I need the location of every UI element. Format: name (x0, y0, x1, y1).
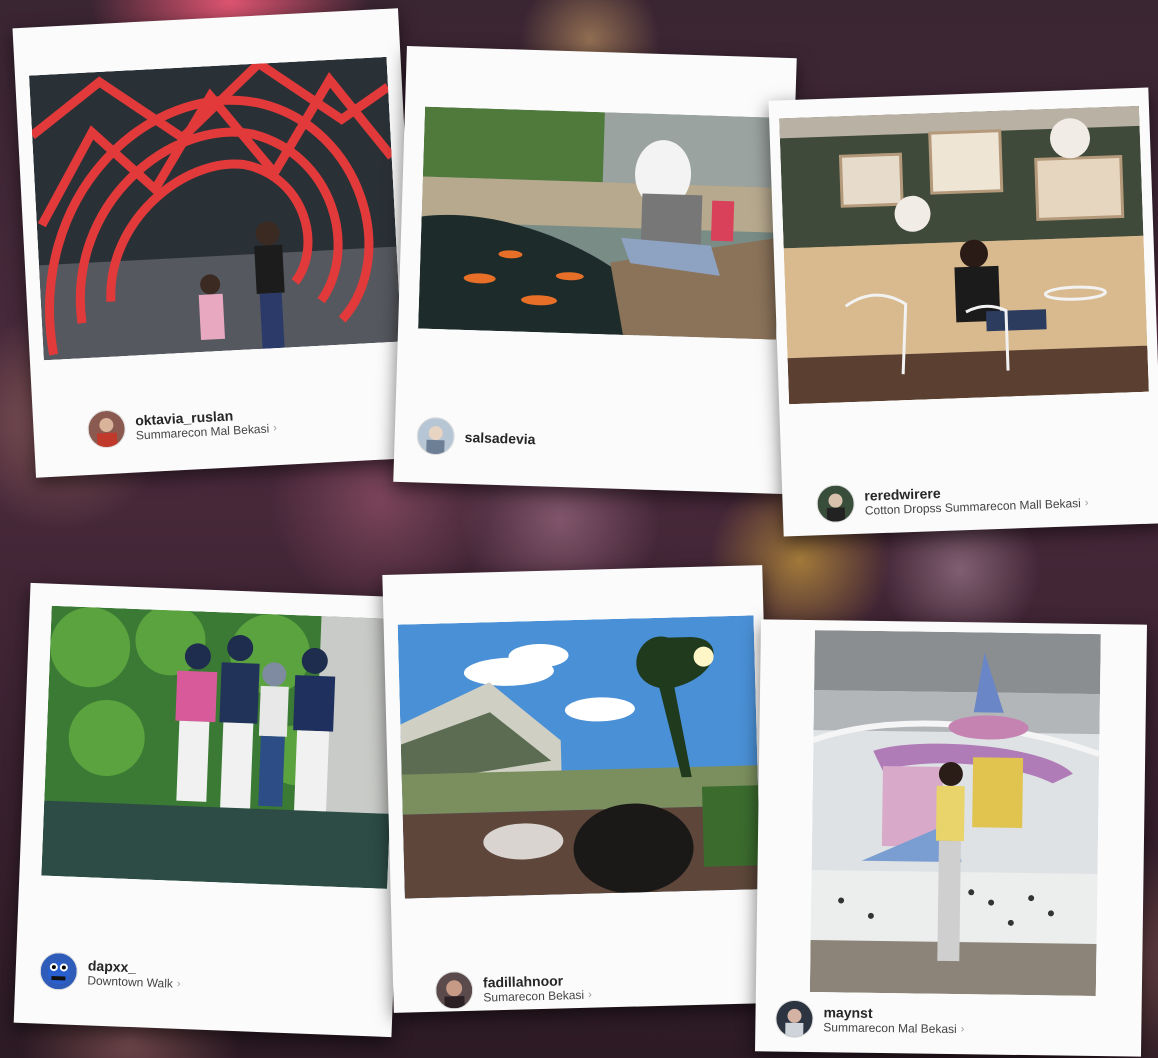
post-user-6[interactable]: maynst Summarecon Mal Bekasi › (775, 999, 965, 1041)
location-link[interactable]: Sumarecon Bekasi (483, 987, 584, 1005)
post-user-1[interactable]: oktavia_ruslan Summarecon Mal Bekasi › (86, 401, 278, 450)
post-user-5[interactable]: fadillahnoor Sumarecon Bekasi › (434, 968, 592, 1010)
username[interactable]: salsadevia (464, 429, 535, 447)
username[interactable]: maynst (823, 1004, 964, 1022)
post-photo-3[interactable] (779, 105, 1149, 405)
post-photo-2[interactable] (418, 106, 783, 340)
post-photo-6[interactable] (809, 630, 1101, 997)
post-card-6: maynst Summarecon Mal Bekasi › (755, 619, 1147, 1057)
chevron-right-icon: › (1084, 496, 1089, 509)
user-avatar-icon[interactable] (38, 951, 79, 991)
chevron-right-icon: › (176, 977, 181, 990)
post-card-5: fadillahnoor Sumarecon Bekasi › (382, 565, 774, 1013)
chevron-right-icon: › (960, 1022, 965, 1035)
post-card-4: dapxx_ Downtown Walk › (13, 582, 409, 1038)
user-avatar-icon[interactable] (86, 409, 127, 450)
location-link[interactable]: Summarecon Mal Bekasi (823, 1020, 957, 1037)
post-card-1: oktavia_ruslan Summarecon Mal Bekasi › (12, 8, 422, 478)
post-photo-1[interactable] (28, 56, 402, 361)
post-card-2: salsadevia (393, 45, 797, 495)
user-avatar-icon[interactable] (815, 484, 856, 524)
post-user-2[interactable]: salsadevia (416, 416, 536, 458)
user-avatar-icon[interactable] (416, 416, 456, 456)
chevron-right-icon: › (587, 988, 592, 1001)
location-link[interactable]: Downtown Walk (87, 973, 173, 991)
post-card-3: reredwirere Cotton Dropss Summarecon Mal… (768, 87, 1158, 537)
post-user-3[interactable]: reredwirere Cotton Dropss Summarecon Mal… (815, 476, 1089, 524)
post-user-4[interactable]: dapxx_ Downtown Walk › (38, 951, 182, 995)
user-avatar-icon[interactable] (434, 970, 474, 1010)
post-photo-5[interactable] (397, 615, 761, 899)
post-photo-4[interactable] (41, 605, 398, 889)
chevron-right-icon: › (272, 421, 278, 434)
user-avatar-icon[interactable] (775, 999, 814, 1039)
